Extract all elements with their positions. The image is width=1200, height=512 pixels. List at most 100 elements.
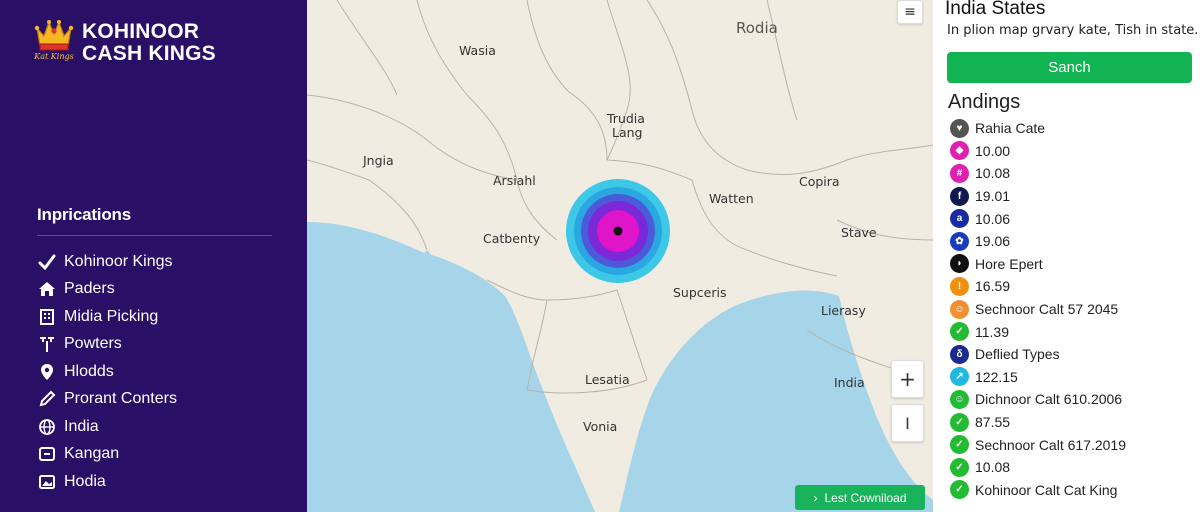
finding-status-icon: !: [950, 276, 969, 296]
list-item[interactable]: δ Deflied Types: [950, 343, 1126, 366]
list-item[interactable]: ↗ 122.15: [950, 366, 1126, 389]
brand-name-line2: CASH KINGS: [82, 42, 216, 65]
finding-label: 122.15: [975, 368, 1018, 385]
map-label-lang: Lang: [612, 125, 643, 140]
check-icon: [37, 252, 57, 272]
panel-subtitle: In plion map grvary kate, Tish in state.: [947, 23, 1199, 38]
sidebar-item-kohinoor-kings[interactable]: Kohinoor Kings: [37, 248, 177, 276]
finding-label: 11.39: [975, 323, 1009, 340]
map-menu-button[interactable]: ≡: [897, 0, 923, 24]
finding-status-icon: ↗: [950, 367, 969, 387]
list-item[interactable]: f 19.01: [950, 185, 1126, 208]
map-label-lierasy: Lierasy: [821, 303, 866, 318]
states-panel: India States In plion map grvary kate, T…: [933, 0, 1200, 512]
list-item[interactable]: ☺ Dichnoor Calt 610.2006: [950, 388, 1126, 411]
list-item[interactable]: ! 16.59: [950, 275, 1126, 298]
list-item[interactable]: #10.08: [950, 162, 1126, 185]
sidebar-divider: [37, 235, 272, 236]
sidebar-item-hodia[interactable]: Hodia: [37, 468, 177, 496]
finding-status-icon: δ: [950, 344, 969, 364]
finding-status-icon: ☺: [950, 389, 969, 409]
finding-label: 10.08: [975, 165, 1011, 182]
findings-title: Andings: [948, 91, 1021, 113]
map-label-india: India: [834, 375, 865, 390]
finding-label: 10.08: [975, 459, 1011, 476]
sidebar-item-hlodds[interactable]: Hlodds: [37, 358, 177, 386]
map-view[interactable]: Rodia Wasia Trudia Lang Jngia Arsiahl Wa…: [307, 0, 933, 512]
map-label-wasia: Wasia: [459, 43, 496, 58]
list-item[interactable]: ✓ 87.55: [950, 411, 1126, 434]
finding-status-icon: ✓: [950, 322, 969, 342]
sidebar-item-midia-picking[interactable]: Midia Picking: [37, 303, 177, 331]
pencil-icon: [37, 389, 57, 409]
list-item[interactable]: ◆ 10.00: [950, 140, 1126, 163]
link-icon: [37, 444, 57, 464]
map-label-catbenty: Catbenty: [483, 231, 541, 246]
download-button-label: Lest Cowniload: [824, 490, 907, 505]
finding-status-icon: a: [950, 209, 969, 229]
sidebar-item-kangan[interactable]: Kangan: [37, 441, 177, 469]
zoom-out-button[interactable]: I: [891, 404, 924, 442]
crown-caption: Kat Kings: [34, 52, 74, 61]
finding-label: 19.06: [975, 233, 1011, 250]
list-item[interactable]: ✓ Sechnoor Calt 617.2019: [950, 433, 1126, 456]
finding-status-icon: ✓: [950, 480, 969, 500]
map-label-vonia: Vonia: [583, 419, 618, 434]
map-label-supceris: Supceris: [673, 285, 727, 300]
finding-label: Hore Epert: [975, 255, 1043, 272]
map-label-watten: Watten: [709, 191, 754, 206]
image-icon: [37, 472, 57, 492]
findings-list: ♥ Rahia Cate ◆ 10.00 #10.08 f 19.01 a 10.06 ✿ 19.0…: [950, 117, 1126, 501]
brand-logo[interactable]: Kat Kings KOHINOOR CASH KINGS: [34, 18, 216, 66]
panel-title: India States: [945, 0, 1046, 19]
sidebar-section-title: Inprications: [37, 205, 131, 224]
finding-status-icon: ✓: [950, 457, 969, 477]
sidebar-item-india[interactable]: India: [37, 413, 177, 441]
finding-label: Rahia Cate: [975, 120, 1046, 137]
finding-label: Sechnoor Calt 617.2019: [975, 436, 1126, 453]
list-item[interactable]: ✓ 11.39: [950, 320, 1126, 343]
list-item[interactable]: ◗ Hore Epert: [950, 253, 1126, 276]
download-button[interactable]: › Lest Cowniload: [795, 485, 925, 510]
list-item[interactable]: ✓ Kohinoor Calt Cat King: [950, 479, 1126, 502]
list-item[interactable]: ☺ Sechnoor Calt 57 2045: [950, 298, 1126, 321]
sidebar: Kat Kings KOHINOOR CASH KINGS Inpricatio…: [0, 0, 307, 512]
map-label-stave: Stave: [841, 225, 877, 240]
list-item[interactable]: ♥ Rahia Cate: [950, 117, 1126, 140]
finding-label: Deflied Types: [975, 346, 1060, 363]
map-label-trudia: Trudia: [607, 111, 645, 126]
map-label-jngia: Jngia: [363, 153, 394, 168]
sidebar-item-label: Kohinoor Kings: [64, 252, 173, 270]
list-item[interactable]: a 10.06: [950, 207, 1126, 230]
brand-name: KOHINOOR CASH KINGS: [82, 21, 216, 65]
zoom-in-button[interactable]: +: [891, 360, 924, 398]
crown-icon: Kat Kings: [34, 18, 74, 66]
map-label-copira: Copira: [799, 174, 840, 189]
finding-status-icon: #: [950, 163, 969, 183]
home-icon: [37, 279, 57, 299]
finding-label: 10.00: [975, 142, 1011, 159]
map-label-rodia: Rodia: [736, 19, 778, 37]
sidebar-item-label: Hodia: [64, 472, 106, 490]
tools-icon: [37, 334, 57, 354]
sidebar-item-prorant-conters[interactable]: Prorant Conters: [37, 386, 177, 414]
sidebar-item-label: India: [64, 417, 99, 435]
finding-label: 10.06: [975, 210, 1011, 227]
finding-label: 16.59: [975, 278, 1011, 295]
list-item[interactable]: ✿ 19.06: [950, 230, 1126, 253]
sidebar-item-label: Midia Picking: [64, 307, 159, 325]
finding-status-icon: ◆: [950, 141, 969, 161]
sidebar-item-powters[interactable]: Powters: [37, 331, 177, 359]
sidebar-item-paders[interactable]: Paders: [37, 276, 177, 304]
finding-label: Sechnoor Calt 57 2045: [975, 301, 1119, 318]
chevron-right-icon: ›: [813, 490, 818, 505]
search-button[interactable]: Sanch: [947, 52, 1192, 83]
finding-status-icon: ✓: [950, 412, 969, 432]
building-icon: [37, 307, 57, 327]
globe-icon: [37, 417, 57, 437]
map-hotspot-marker[interactable]: [566, 179, 670, 283]
map-label-arsiahl: Arsiahl: [493, 173, 536, 188]
location-pin-icon: [37, 362, 57, 382]
sidebar-nav: Kohinoor Kings Paders Midia Picking Powt…: [37, 248, 177, 496]
list-item[interactable]: ✓ 10.08: [950, 456, 1126, 479]
